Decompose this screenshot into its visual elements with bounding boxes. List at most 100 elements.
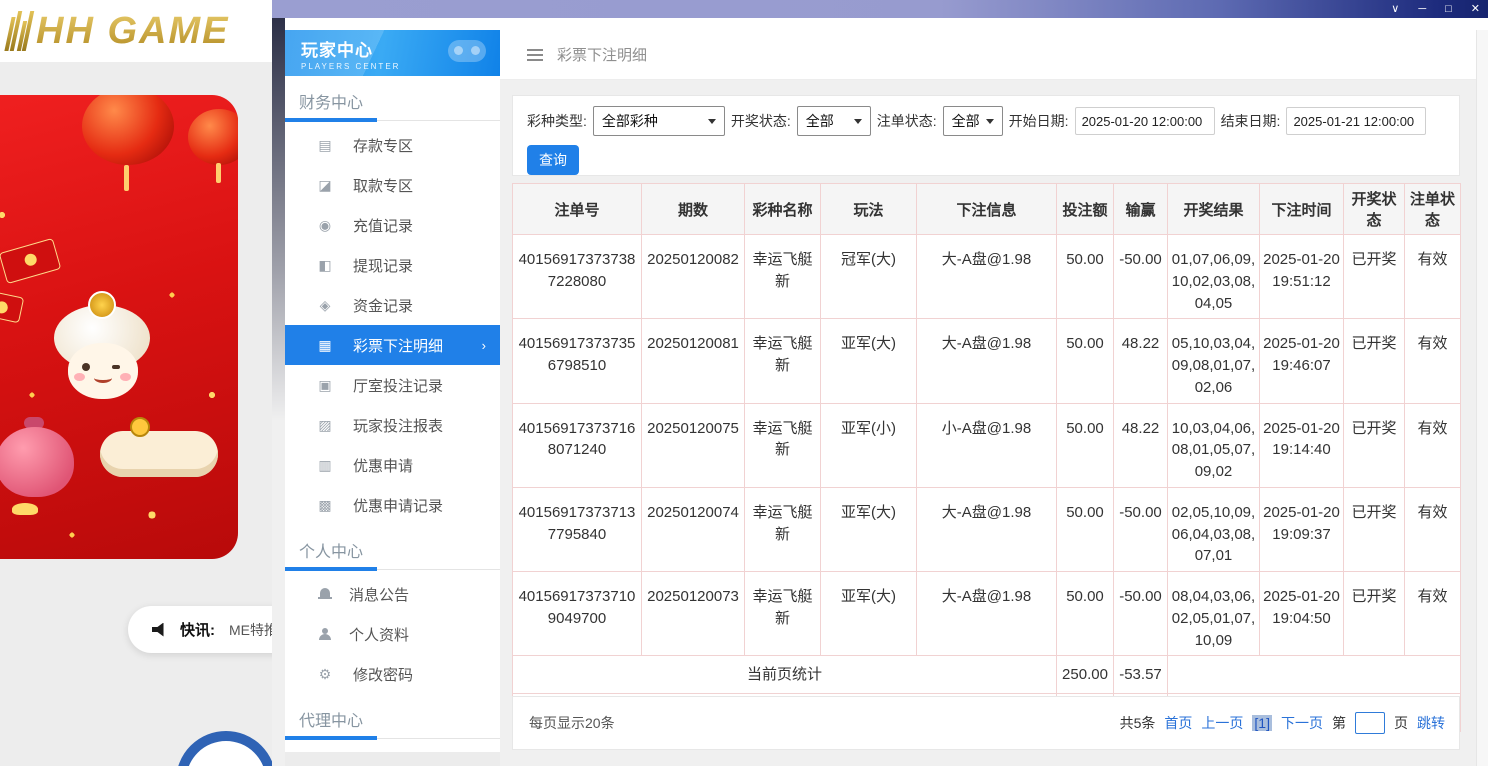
- next-page-link[interactable]: 下一页: [1281, 713, 1323, 733]
- col-draw-result: 开奖结果: [1168, 184, 1260, 235]
- snake-character-headband: [88, 291, 116, 319]
- chevron-down-icon[interactable]: ∨: [1391, 0, 1399, 18]
- sidebar-item-message-announcements[interactable]: 消息公告: [285, 574, 500, 614]
- chart-icon: ▨: [315, 417, 335, 434]
- first-page-link[interactable]: 首页: [1164, 713, 1192, 733]
- records-icon: ▣: [315, 377, 335, 394]
- minimize-button[interactable]: ─: [1418, 0, 1426, 18]
- background-page: HH GAME 快讯: ME特推出: [0, 0, 272, 766]
- page-size-text: 每页显示20条: [529, 713, 615, 733]
- list-icon: ▦: [315, 337, 335, 354]
- pagination-bar: 每页显示20条 共5条 首页 上一页 [1] 下一页 第 页 跳转: [512, 696, 1460, 750]
- sidebar-footer-strip: [285, 752, 500, 766]
- sidebar-item-promo-apply-records[interactable]: ▩ 优惠申请记录: [285, 485, 500, 525]
- sidebar-item-lottery-bet-details[interactable]: ▦ 彩票下注明细 ›: [285, 325, 500, 365]
- page-bet-total: 250.00: [1057, 656, 1114, 694]
- chevron-down-icon: [708, 119, 716, 124]
- records-icon: ▩: [315, 497, 335, 514]
- jump-suffix: 页: [1394, 713, 1408, 733]
- hamburger-menu-icon[interactable]: [527, 49, 543, 61]
- player-center-window: ∨ ─ □ ✕ 玩家中心 PLAYERS CENTER 财务中心 ▤ 存款专区: [272, 0, 1488, 766]
- sidebar-item-promo-apply[interactable]: ▥ 优惠申请: [285, 445, 500, 485]
- start-date-label: 开始日期:: [1009, 111, 1069, 131]
- sidebar-item-hall-bet-records[interactable]: ▣ 厅室投注记录: [285, 365, 500, 405]
- gold-bell: [130, 417, 150, 437]
- page-title: 彩票下注明细: [557, 44, 647, 65]
- jump-prefix: 第: [1332, 713, 1346, 733]
- withdraw-hand-icon: ◪: [315, 177, 335, 194]
- sidebar-item-change-password[interactable]: ⚙ 修改密码: [285, 654, 500, 694]
- window-titlebar: ∨ ─ □ ✕: [272, 0, 1488, 18]
- table-header-row: 注单号 期数 彩种名称 玩法 下注信息 投注额 输赢 开奖结果 下注时间 开奖状…: [513, 184, 1461, 235]
- section-underline: [285, 738, 500, 739]
- col-play-type: 玩法: [821, 184, 917, 235]
- lantern-tassel: [216, 163, 221, 183]
- sidebar-subtitle: PLAYERS CENTER: [301, 62, 500, 71]
- section-agent-center: 代理中心: [285, 694, 500, 738]
- sidebar-header: 玩家中心 PLAYERS CENTER: [285, 30, 500, 76]
- order-status-label: 注单状态:: [877, 111, 937, 131]
- chevron-right-icon: ›: [482, 338, 486, 353]
- lottery-type-label: 彩种类型:: [527, 111, 587, 131]
- col-lottery-name: 彩种名称: [745, 184, 821, 235]
- breadcrumb-bar: 彩票下注明细: [500, 30, 1488, 80]
- brand-logo: HH GAME: [36, 10, 229, 53]
- section-underline: [285, 569, 500, 570]
- ticker-text: ME特推出: [229, 620, 272, 640]
- lottery-type-select[interactable]: 全部彩种: [593, 106, 725, 136]
- jump-link[interactable]: 跳转: [1417, 713, 1445, 733]
- order-status-select[interactable]: 全部: [943, 106, 1003, 136]
- close-button[interactable]: ✕: [1471, 0, 1480, 18]
- personal-menu: 消息公告 个人资料 ⚙ 修改密码: [285, 574, 500, 694]
- chevron-down-icon: [854, 119, 862, 124]
- page-winloss-total: -53.57: [1114, 656, 1168, 694]
- col-bet-amount: 投注额: [1057, 184, 1114, 235]
- col-winloss: 输赢: [1114, 184, 1168, 235]
- total-count: 共5条: [1120, 713, 1156, 733]
- sidebar-item-player-bet-report[interactable]: ▨ 玩家投注报表: [285, 405, 500, 445]
- table-row: 40156917373735679851020250120081 幸运飞艇新亚军…: [513, 319, 1461, 403]
- chevron-down-icon: [986, 119, 994, 124]
- section-finance-center: 财务中心: [285, 76, 500, 120]
- wallet-icon: ◧: [315, 257, 335, 274]
- col-bet-time: 下注时间: [1260, 184, 1344, 235]
- content-area: 彩种类型: 全部彩种 开奖状态: 全部 注单状态: 全部: [500, 80, 1476, 766]
- window-edge-shadow: [272, 18, 285, 578]
- sidebar-item-withdraw-zone[interactable]: ◪ 取款专区: [285, 165, 500, 205]
- user-icon: [319, 628, 331, 640]
- card-icon: ▤: [315, 137, 335, 154]
- snake-body: [100, 431, 218, 477]
- ticket-icon: ▥: [315, 457, 335, 474]
- scrollbar-track[interactable]: [1476, 30, 1488, 766]
- table-row: 40156917373738722808020250120082 幸运飞艇新冠军…: [513, 235, 1461, 319]
- sidebar-item-funds-records[interactable]: ◈ 资金记录: [285, 285, 500, 325]
- floating-widget[interactable]: [176, 731, 272, 766]
- current-page-indicator: [1]: [1252, 715, 1272, 731]
- jump-page-input[interactable]: [1355, 712, 1385, 734]
- search-button[interactable]: 查询: [527, 145, 579, 175]
- bell-icon: [319, 588, 331, 600]
- end-date-input[interactable]: [1286, 107, 1426, 135]
- sidebar-item-deposit-zone[interactable]: ▤ 存款专区: [285, 125, 500, 165]
- filter-panel: 彩种类型: 全部彩种 开奖状态: 全部 注单状态: 全部: [512, 95, 1460, 176]
- sidebar-item-personal-profile[interactable]: 个人资料: [285, 614, 500, 654]
- col-draw-status: 开奖状态: [1344, 184, 1405, 235]
- sidebar-item-withdrawal-records[interactable]: ◧ 提现记录: [285, 245, 500, 285]
- gold-ingot: [12, 503, 38, 515]
- section-underline: [285, 120, 500, 121]
- maximize-button[interactable]: □: [1445, 0, 1452, 18]
- prev-page-link[interactable]: 上一页: [1201, 713, 1243, 733]
- window-body: 玩家中心 PLAYERS CENTER 财务中心 ▤ 存款专区 ◪ 取款专区 ◉…: [272, 18, 1488, 766]
- draw-status-select[interactable]: 全部: [797, 106, 871, 136]
- page-summary-label: 当前页统计: [513, 656, 1057, 694]
- table-row: 40156917373710904970020250120073 幸运飞艇新亚军…: [513, 572, 1461, 656]
- logo-bars-icon: [8, 11, 32, 51]
- money-bag: [0, 427, 74, 497]
- funds-icon: ◈: [315, 297, 335, 314]
- money-bag-icon: ◉: [315, 217, 335, 234]
- sidebar-title: 玩家中心: [301, 36, 500, 61]
- sidebar-item-recharge-records[interactable]: ◉ 充值记录: [285, 205, 500, 245]
- promo-image: [0, 95, 238, 559]
- start-date-input[interactable]: [1075, 107, 1215, 135]
- snake-character-face: [68, 343, 138, 399]
